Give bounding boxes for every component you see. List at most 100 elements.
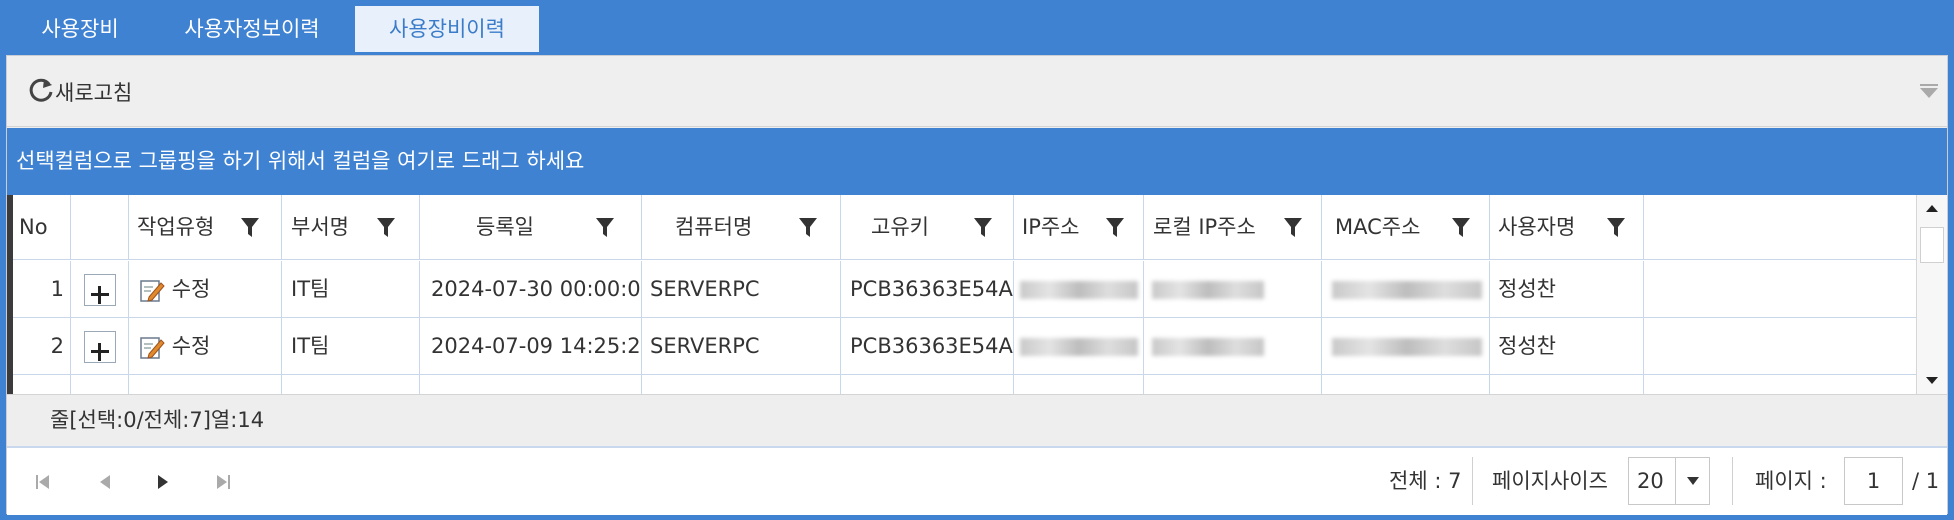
cell-computer: SERVERPC <box>642 318 841 374</box>
tab-label: 사용자정보이력 <box>184 17 320 41</box>
cell-dept: IT팀 <box>282 261 420 317</box>
page-number-input[interactable] <box>1844 457 1903 505</box>
plus-icon <box>91 286 109 304</box>
filter-icon[interactable] <box>1284 218 1302 238</box>
column-header-work-type[interactable]: 작업유형 <box>129 195 282 260</box>
column-label: 등록일 <box>476 215 534 239</box>
table-row[interactable]: 1 수정 IT팀 2024-07-30 00:00:02 SERVERPC PC… <box>13 261 1916 318</box>
plus-icon <box>91 343 109 361</box>
total-count: 전체 : 7 <box>1389 469 1462 493</box>
cell-ip-redacted <box>1014 318 1144 374</box>
column-header-local-ip[interactable]: 로컬 IP주소 <box>1144 195 1322 260</box>
work-type-label: 수정 <box>171 277 211 301</box>
work-type-label: 수정 <box>171 334 211 358</box>
column-header-dept[interactable]: 부서명 <box>282 195 420 260</box>
filter-icon[interactable] <box>1106 218 1124 238</box>
filter-icon[interactable] <box>377 218 395 238</box>
page-size-label: 페이지사이즈 <box>1492 469 1608 493</box>
column-header-unique-key[interactable]: 고유키 <box>841 195 1014 260</box>
tab-device-history[interactable]: 사용장비이력 <box>355 6 539 52</box>
cell-no <box>13 375 71 394</box>
column-label: 부서명 <box>291 215 349 239</box>
status-text: 줄[선택:0/전체:7]열:14 <box>50 408 265 432</box>
group-panel-text: 선택컬럼으로 그룹핑을 하기 위해서 컬럼을 여기로 드래그 하세요 <box>16 149 585 173</box>
vertical-scrollbar[interactable] <box>1916 195 1947 394</box>
column-header-ip[interactable]: IP주소 <box>1014 195 1144 260</box>
cell-mac-redacted <box>1322 318 1490 374</box>
cell-expand <box>71 375 129 394</box>
table-row[interactable]: 2 수정 IT팀 2024-07-09 14:25:21 SERVERPC PC… <box>13 318 1916 375</box>
column-header-user[interactable]: 사용자명 <box>1490 195 1644 260</box>
page-label: 페이지 : <box>1755 469 1827 493</box>
cell-unique-key <box>841 375 1014 394</box>
cell-ip-redacted <box>1014 261 1144 317</box>
column-label: No <box>19 215 48 239</box>
column-header-expand <box>71 195 129 260</box>
cell-dept: IT팀 <box>282 318 420 374</box>
pager-divider <box>1732 457 1733 505</box>
arrow-up-icon <box>1926 205 1938 212</box>
tab-devices[interactable]: 사용장비 <box>10 6 150 52</box>
column-label: 사용자명 <box>1498 215 1576 239</box>
data-grid: No 작업유형 부서명 등록일 컴퓨터명 고유키 IP주소 로컬 IP주소 MA… <box>7 195 1947 394</box>
refresh-label: 새로고침 <box>55 81 133 105</box>
column-label: 로컬 IP주소 <box>1153 215 1256 239</box>
filter-icon[interactable] <box>1452 218 1470 238</box>
scroll-thumb[interactable] <box>1920 227 1944 263</box>
pager-divider <box>1472 457 1473 505</box>
status-bar: 줄[선택:0/전체:7]열:14 <box>7 394 1947 444</box>
cell-expand <box>71 318 129 374</box>
cell-user <box>1490 375 1644 394</box>
table-row[interactable] <box>13 375 1916 394</box>
filter-icon[interactable] <box>241 218 259 238</box>
arrow-down-icon <box>1926 377 1938 384</box>
pager: 전체 : 7 페이지사이즈 20 페이지 : / 1 <box>7 446 1947 515</box>
tab-user-info-history[interactable]: 사용자정보이력 <box>158 6 346 52</box>
first-page-icon[interactable] <box>33 472 53 492</box>
cell-expand <box>71 261 129 317</box>
filter-icon[interactable] <box>1607 218 1625 238</box>
column-header-reg-date[interactable]: 등록일 <box>420 195 642 260</box>
chevron-down-icon <box>1687 477 1699 485</box>
filter-icon[interactable] <box>799 218 817 238</box>
tab-bar: 사용장비 사용자정보이력 사용장비이력 <box>0 0 1954 55</box>
cell-computer <box>642 375 841 394</box>
cell-ip-redacted <box>1014 375 1144 394</box>
page-size-value: 20 <box>1637 469 1664 493</box>
last-page-icon[interactable] <box>213 472 233 492</box>
cell-local-ip-redacted <box>1144 318 1322 374</box>
prev-page-icon[interactable] <box>95 472 115 492</box>
refresh-button[interactable]: 새로고침 <box>27 77 132 107</box>
group-drop-panel[interactable]: 선택컬럼으로 그룹핑을 하기 위해서 컬럼을 여기로 드래그 하세요 <box>7 128 1947 195</box>
expand-row-button[interactable] <box>84 331 116 363</box>
page-size-dropdown[interactable] <box>1675 458 1709 504</box>
grid-header: No 작업유형 부서명 등록일 컴퓨터명 고유키 IP주소 로컬 IP주소 MA… <box>13 195 1916 260</box>
tab-label: 사용장비 <box>41 17 119 41</box>
expand-row-button[interactable] <box>84 274 116 306</box>
next-page-icon[interactable] <box>153 472 173 492</box>
column-label: IP주소 <box>1022 215 1080 239</box>
toolbar: 새로고침 <box>7 56 1947 127</box>
column-header-no[interactable]: No <box>13 195 71 260</box>
cell-user: 정성찬 <box>1490 318 1644 374</box>
cell-local-ip-redacted <box>1144 375 1322 394</box>
cell-computer: SERVERPC <box>642 261 841 317</box>
page-size-select[interactable]: 20 <box>1628 457 1710 505</box>
column-label: MAC주소 <box>1335 215 1421 239</box>
scroll-up-button[interactable] <box>1917 195 1947 223</box>
column-header-mac[interactable]: MAC주소 <box>1322 195 1490 260</box>
cell-no: 2 <box>13 318 71 374</box>
scroll-down-button[interactable] <box>1917 366 1947 394</box>
column-header-computer[interactable]: 컴퓨터명 <box>642 195 841 260</box>
toolbar-menu-icon[interactable] <box>1919 83 1939 99</box>
cell-user: 정성찬 <box>1490 261 1644 317</box>
cell-reg-date <box>420 375 642 394</box>
cell-reg-date: 2024-07-30 00:00:02 <box>420 261 642 317</box>
column-label: 컴퓨터명 <box>675 215 753 239</box>
edit-icon <box>140 337 165 359</box>
filter-icon[interactable] <box>596 218 614 238</box>
column-label: 고유키 <box>871 215 929 239</box>
cell-mac-redacted <box>1322 375 1490 394</box>
filter-icon[interactable] <box>974 218 992 238</box>
cell-dept <box>282 375 420 394</box>
